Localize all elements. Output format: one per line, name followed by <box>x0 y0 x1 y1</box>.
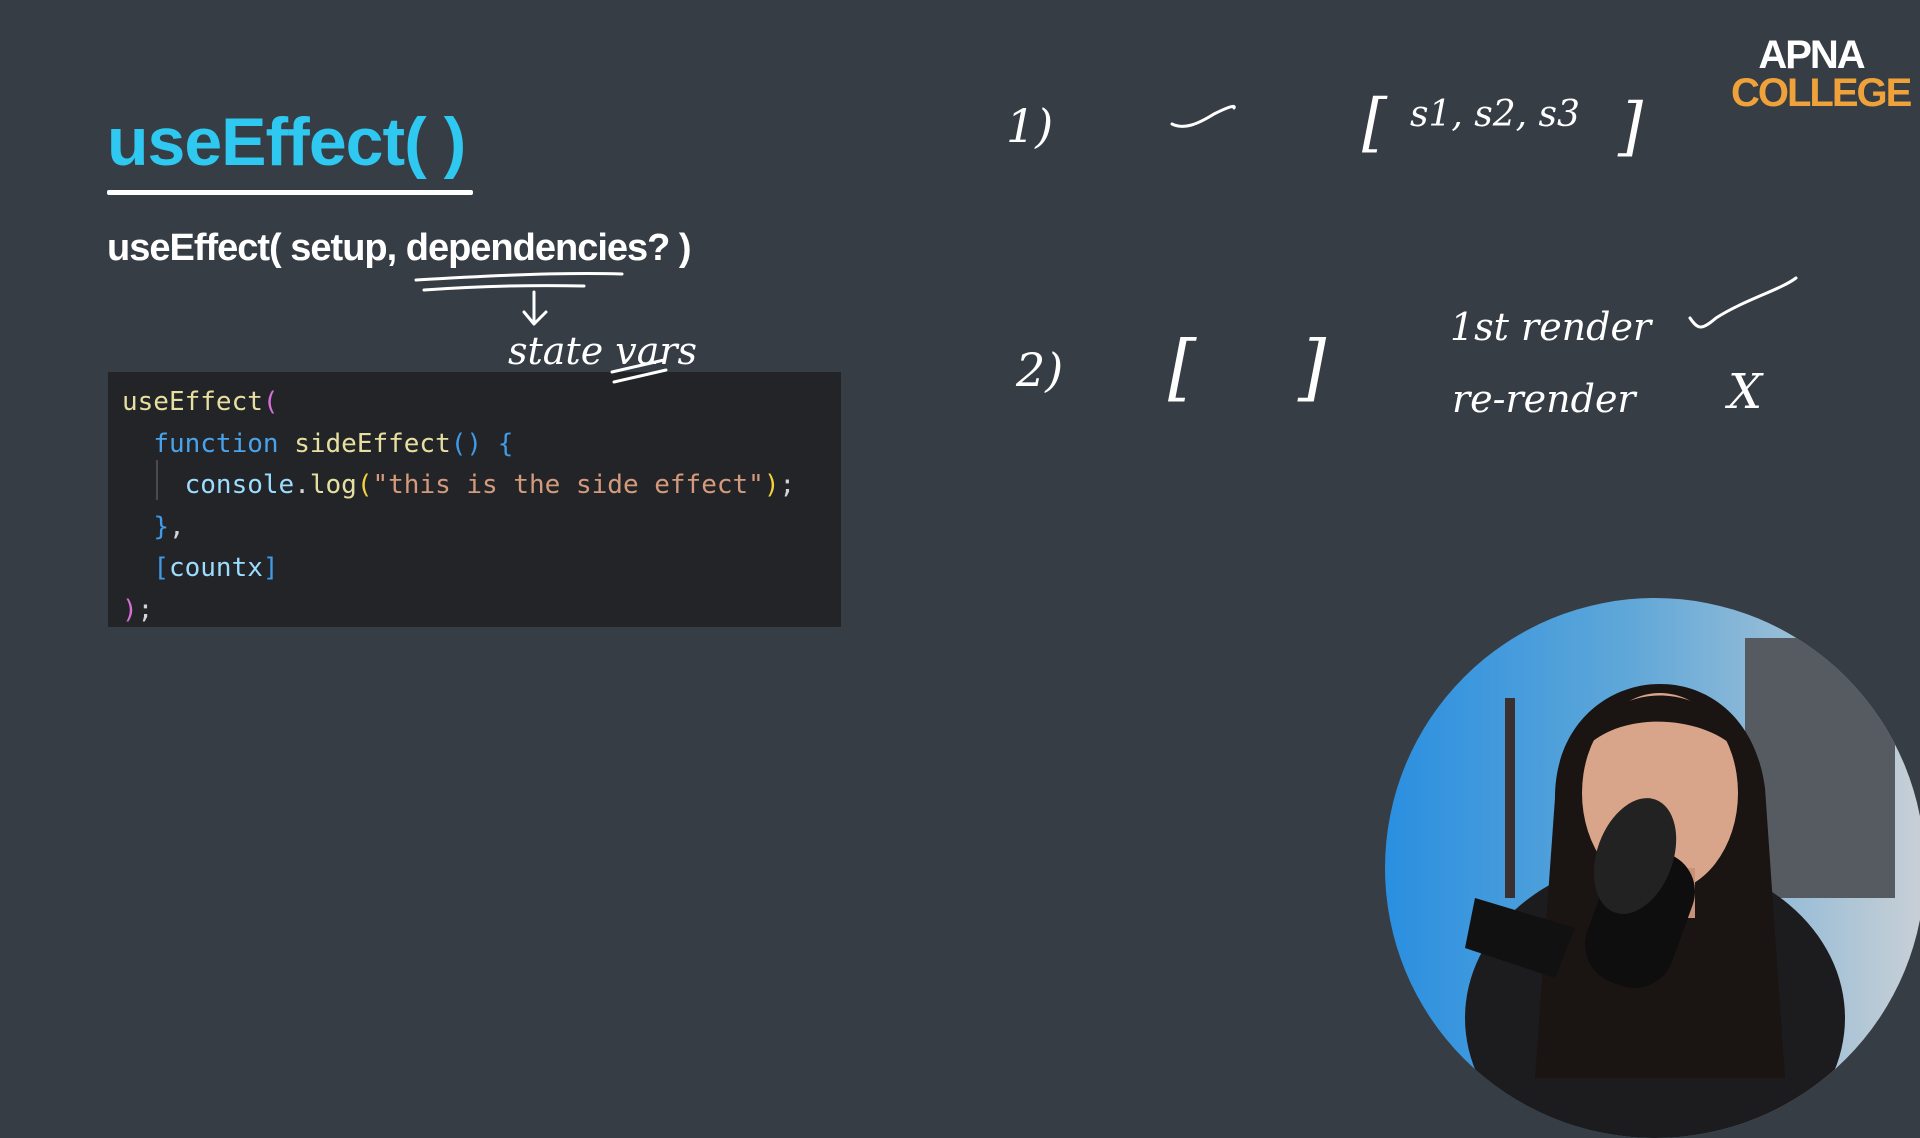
case-1-contents: s1, s2, s3 <box>1410 94 1580 135</box>
check-icon <box>1170 104 1236 128</box>
cross-icon: X <box>1724 364 1764 420</box>
case-2-bracket-open: [ <box>1168 325 1197 409</box>
presenter-image <box>1385 598 1920 1138</box>
case-1-number: 1) <box>1006 99 1053 153</box>
case-1-bracket-open: [ <box>1362 86 1388 160</box>
state-vars-note: state vars <box>508 329 697 373</box>
dependencies-underline-2 <box>422 284 586 292</box>
case-2-bracket-close: ] <box>1297 325 1327 409</box>
case-2-number: 2) <box>1015 343 1063 397</box>
render-check-icon <box>1688 276 1798 329</box>
case-2-re-render: re-render <box>1452 377 1638 421</box>
case-2-first-render: 1st render <box>1450 305 1654 349</box>
arrow-down-icon <box>522 290 548 326</box>
case-1-bracket-close: ] <box>1617 90 1644 164</box>
dependencies-underline <box>414 271 624 282</box>
presenter-webcam <box>1385 598 1920 1138</box>
